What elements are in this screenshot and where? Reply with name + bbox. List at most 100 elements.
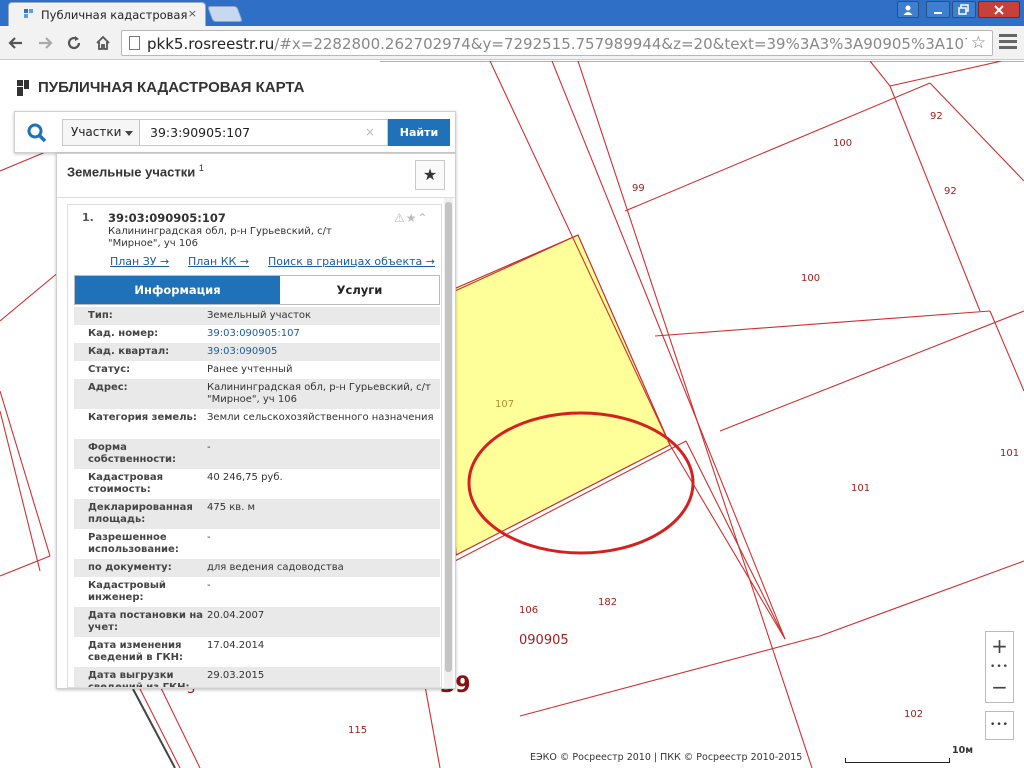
attribute-row: Дата выгрузки сведений из ГКН: 29.03.2015 [74,667,440,688]
attribute-value: Земли сельскохозяйственного назначения [207,412,434,423]
attribute-row: Категория земель: Земли сельскохозяйствен… [74,409,440,439]
rosreestr-favicon [24,9,33,18]
map-canvas[interactable]: 92 100 92 99 100 107 101 101 106 182 102… [0,61,1024,768]
parcel-label: 100 [833,138,853,149]
zoom-control: + ••• − [985,631,1014,703]
tab-services[interactable]: Услуги [280,276,439,304]
results-count: 1 [198,163,204,173]
panel-scrollbar[interactable] [444,198,453,688]
attribute-value: для ведения садоводства [207,562,344,573]
attribute-key: Кад. номер: [88,328,159,339]
reload-icon[interactable] [63,32,85,54]
search-type-select[interactable]: Участки [62,119,140,146]
attribute-row: Дата изменения сведений в ГКН: 17.04.2014 [74,637,440,667]
restore-icon[interactable] [952,1,976,18]
close-window-icon[interactable] [978,1,1020,18]
attribute-key: Категория земель: [88,412,197,423]
attribute-row: Кад. квартал: 39:03:090905 [74,343,440,361]
attribute-value: - [207,532,211,543]
home-icon[interactable] [92,32,114,54]
attribute-key: Кадастровая стоимость: [88,472,163,495]
clear-search-icon[interactable]: × [365,125,375,139]
chevron-down-icon [125,131,133,136]
result-card[interactable]: 1. 39:03:090905:107 Калининградская обл,… [67,204,442,688]
attribute-value: Земельный участок [207,310,312,321]
browser-toolbar: pkk5.rosreestr.ru/#x=2282800.262702974&y… [0,26,1024,60]
attribute-row: Статус: Ранее учтенный [74,361,440,379]
address-bar[interactable]: pkk5.rosreestr.ru/#x=2282800.262702974&y… [121,30,993,56]
url-text[interactable]: pkk5.rosreestr.ru/#x=2282800.262702974&y… [147,35,967,53]
back-arrow-icon[interactable] [5,32,27,54]
attribute-row: Адрес: Калининградская обл, р-н Гурьевски… [74,379,440,409]
user-icon[interactable] [897,1,919,18]
plan-kk-link[interactable]: План КК → [188,255,249,268]
attribute-value: - [207,442,211,453]
bookmark-star-icon[interactable]: ☆ [971,33,986,53]
attribute-key: Форма собственности: [88,442,177,465]
attribute-key: Дата выгрузки сведений из ГКН: [88,670,190,688]
attribute-value: Ранее учтенный [207,364,293,375]
tab-title: Публичная кадастровая к [41,8,187,22]
scale-label: 10м [952,745,973,756]
browser-menu-icon[interactable] [999,34,1017,52]
result-tools-icons[interactable]: ⚠★⌃ [394,211,429,225]
parcel-label: 115 [348,725,368,736]
parcel-label: 100 [801,273,821,284]
attribute-row: Кад. номер: 39:03:090905:107 [74,325,440,343]
panel-title: Земельные участки 1 [67,163,204,180]
attribute-value[interactable]: 39:03:090905:107 [207,328,435,340]
attribute-row: Дата постановки на учет: 20.04.2007 [74,607,440,637]
more-options-button[interactable]: ••• [985,711,1014,740]
attribute-key: Кадастровый инженер: [88,580,166,603]
attribute-value[interactable]: 39:03:090905 [207,346,435,358]
site-title: ПУБЛИЧНАЯ КАДАСТРОВАЯ КАРТА [38,79,305,96]
search-icon[interactable] [25,121,49,145]
result-cad-number[interactable]: 39:03:090905:107 [108,211,226,225]
parcel-label: 92 [944,186,957,197]
attribute-key: Статус: [88,364,131,375]
tab-info[interactable]: Информация [75,276,280,304]
attribute-value: - [207,580,211,591]
parcel-label: 92 [930,111,943,122]
attribute-table: Тип: Земельный участок Кад. номер: 39:03:09… [74,307,440,688]
search-bar: Участки 39:3:90905:107 × Найти [14,111,456,153]
zoom-in-button[interactable]: + [986,632,1013,661]
zoom-dots-icon: ••• [990,662,1009,672]
scrollbar-thumb[interactable] [445,202,452,672]
attribute-key: Адрес: [88,382,128,393]
attribute-key: по документу: [88,562,172,573]
parcel-label: 102 [904,709,924,720]
attribute-value: Калининградская обл, р-н Гурьевский, с/т… [207,382,431,405]
info-tabs: Информация Услуги [74,275,440,305]
forward-arrow-icon[interactable] [34,32,56,54]
search-input[interactable]: 39:3:90905:107 [140,119,388,146]
result-address: Калининградская обл, р-н Гурьевский, с/т… [108,226,332,249]
tab-close-icon[interactable]: × [188,7,197,20]
attribute-key: Дата изменения сведений в ГКН: [88,640,184,663]
divider [57,197,455,198]
attribute-key: Декларированная площадь: [88,502,193,525]
attribute-row: Тип: Земельный участок [74,307,440,325]
rosreestr-logo-icon [17,80,29,96]
plan-zu-link[interactable]: План ЗУ → [110,255,169,268]
attribute-value: 29.03.2015 [207,670,265,681]
zoom-out-button[interactable]: − [986,673,1013,702]
parcel-label: 101 [1000,448,1020,459]
minimize-icon[interactable] [926,1,950,18]
browser-tab[interactable]: Публичная кадастровая к × [8,2,206,26]
attribute-key: Тип: [88,310,113,321]
parcel-label: 182 [598,597,618,608]
attribute-row: по документу: для ведения садоводства [74,559,440,577]
favorites-star-icon[interactable]: ★ [415,160,445,190]
parcel-label: 106 [519,605,539,616]
attribute-row: Кадастровый инженер: - [74,577,440,607]
attribute-row: Разрешенное использование: - [74,529,440,559]
scale-bar [845,758,950,763]
new-tab-button[interactable] [207,6,243,22]
find-button[interactable]: Найти [388,119,450,146]
attribute-key: Кад. квартал: [88,346,170,357]
attribute-row: Форма собственности: - [74,439,440,469]
attribute-value: 20.04.2007 [207,610,265,621]
search-in-bounds-link[interactable]: Поиск в границах объекта → [268,255,435,268]
quarter-label: 090905 [519,633,569,648]
